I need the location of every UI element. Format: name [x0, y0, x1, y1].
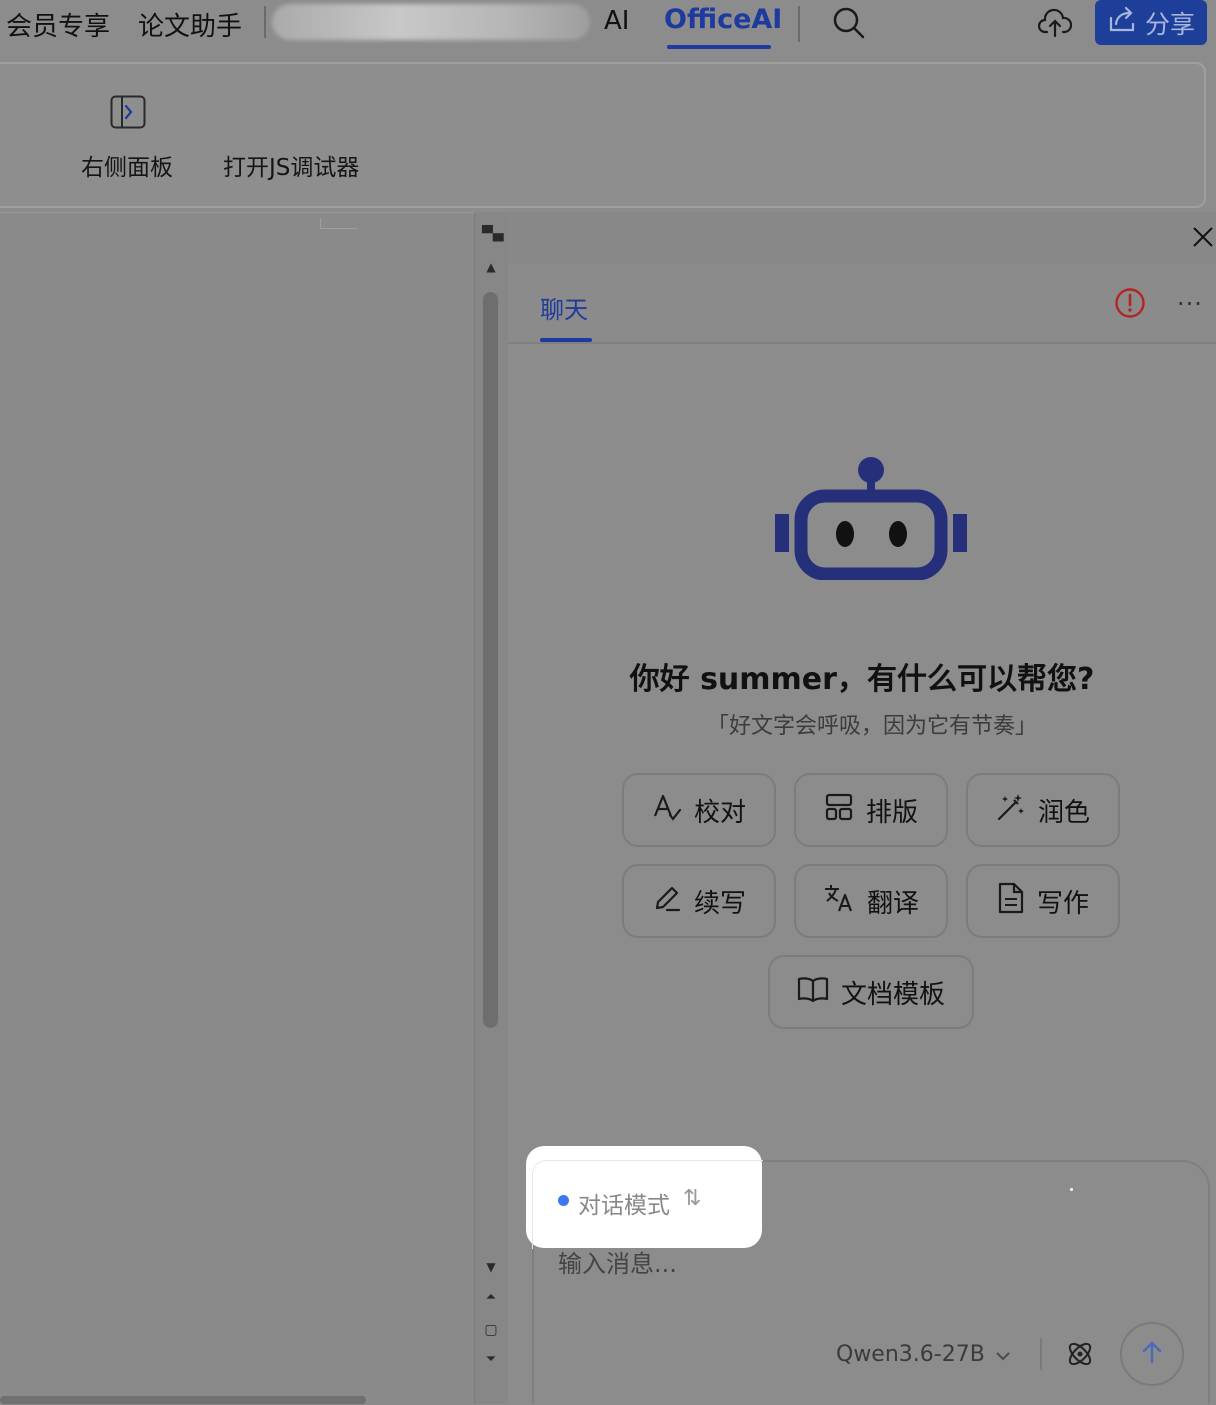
close-icon[interactable]	[1192, 226, 1214, 252]
select-browse-object-icon[interactable]: ▢	[482, 1322, 500, 1338]
share-icon	[1107, 6, 1137, 40]
document-canvas[interactable]	[0, 212, 474, 1405]
ribbon-toolbar	[0, 62, 1206, 208]
conversation-mode-label[interactable]: 对话模式	[578, 1186, 670, 1220]
robot-icon	[774, 456, 968, 584]
scroll-down-arrow-icon[interactable]: ▼	[482, 1260, 500, 1274]
write-button[interactable]: 写作	[966, 864, 1120, 938]
panel-header	[508, 264, 1216, 344]
proofread-button[interactable]: 校对	[622, 773, 776, 847]
vertical-scroll-thumb[interactable]	[483, 292, 498, 1028]
tab-vip[interactable]: 会员专享	[6, 6, 110, 43]
continue-writing-label: 续写	[693, 888, 746, 919]
polish-label: 润色	[1037, 797, 1090, 828]
layout-icon	[824, 792, 854, 829]
swap-arrows-icon[interactable]: ⇅	[683, 1186, 701, 1211]
previous-page-icon[interactable]: ⏶	[482, 1290, 500, 1305]
translate-label: 翻译	[866, 888, 919, 919]
cloud-upload-icon[interactable]	[1037, 8, 1073, 42]
open-book-icon	[797, 975, 829, 1010]
translate-button[interactable]: 翻译	[794, 864, 948, 938]
alert-circle-icon[interactable]	[1114, 287, 1146, 323]
next-page-icon[interactable]: ⏷	[482, 1352, 500, 1367]
document-icon	[997, 882, 1025, 921]
polish-button[interactable]: 润色	[966, 773, 1120, 847]
scroll-up-arrow-icon[interactable]: ▲	[482, 260, 500, 274]
write-label: 写作	[1036, 888, 1089, 919]
tab-divider	[264, 6, 266, 38]
split-handle-icon[interactable]: ▀▄	[482, 226, 504, 242]
pencil-icon	[652, 883, 682, 920]
panel-right-icon[interactable]	[110, 95, 146, 133]
document-templates-button[interactable]: 文档模板	[768, 955, 974, 1029]
translate-icon	[823, 883, 855, 920]
document-templates-label: 文档模板	[840, 979, 945, 1010]
magic-wand-icon	[996, 792, 1026, 829]
tab-chat[interactable]: 聊天	[540, 290, 588, 325]
horizontal-scroll-thumb[interactable]	[0, 1396, 366, 1404]
mode-status-dot	[558, 1195, 569, 1206]
redacted-tab-blur	[272, 4, 590, 40]
send-button[interactable]	[1120, 1322, 1184, 1386]
slogan-text: 「好文字会呼吸，因为它有节奏」	[706, 714, 1037, 739]
chevron-down-icon	[995, 1342, 1011, 1367]
tab-officeai[interactable]: OfficeAI	[664, 4, 782, 35]
panel-title-strip	[508, 212, 1216, 264]
page-corner-mark	[320, 218, 357, 229]
cursor-speck	[1070, 1188, 1073, 1191]
continue-writing-button[interactable]: 续写	[622, 864, 776, 938]
tab-partial-ai[interactable]: AI	[604, 6, 629, 36]
proofread-label: 校对	[693, 797, 746, 828]
layout-button[interactable]: 排版	[794, 773, 948, 847]
share-label: 分享	[1144, 9, 1195, 39]
toolbar-divider	[1040, 1338, 1042, 1370]
proofread-icon	[652, 792, 682, 829]
active-tab-underline	[667, 45, 771, 49]
atom-icon[interactable]	[1064, 1338, 1096, 1374]
right-panel-button[interactable]: 右侧面板	[81, 148, 173, 182]
message-input-placeholder[interactable]: 输入消息...	[558, 1244, 677, 1279]
arrow-up-icon	[1141, 1340, 1163, 1368]
model-name: Qwen3.6-27B	[836, 1342, 985, 1367]
layout-label: 排版	[865, 797, 918, 828]
more-options-icon[interactable]: ···	[1177, 290, 1203, 318]
tab-paper-assistant[interactable]: 论文助手	[138, 6, 242, 43]
tab-divider	[798, 6, 800, 42]
search-icon[interactable]	[832, 6, 866, 44]
open-js-debugger-button[interactable]: 打开JS调试器	[223, 148, 359, 182]
active-tab-underline	[540, 338, 592, 342]
share-button[interactable]: 分享	[1095, 0, 1207, 45]
greeting-heading: 你好 summer，有什么可以帮您?	[629, 662, 1095, 697]
model-selector[interactable]: Qwen3.6-27B	[836, 1342, 1011, 1367]
